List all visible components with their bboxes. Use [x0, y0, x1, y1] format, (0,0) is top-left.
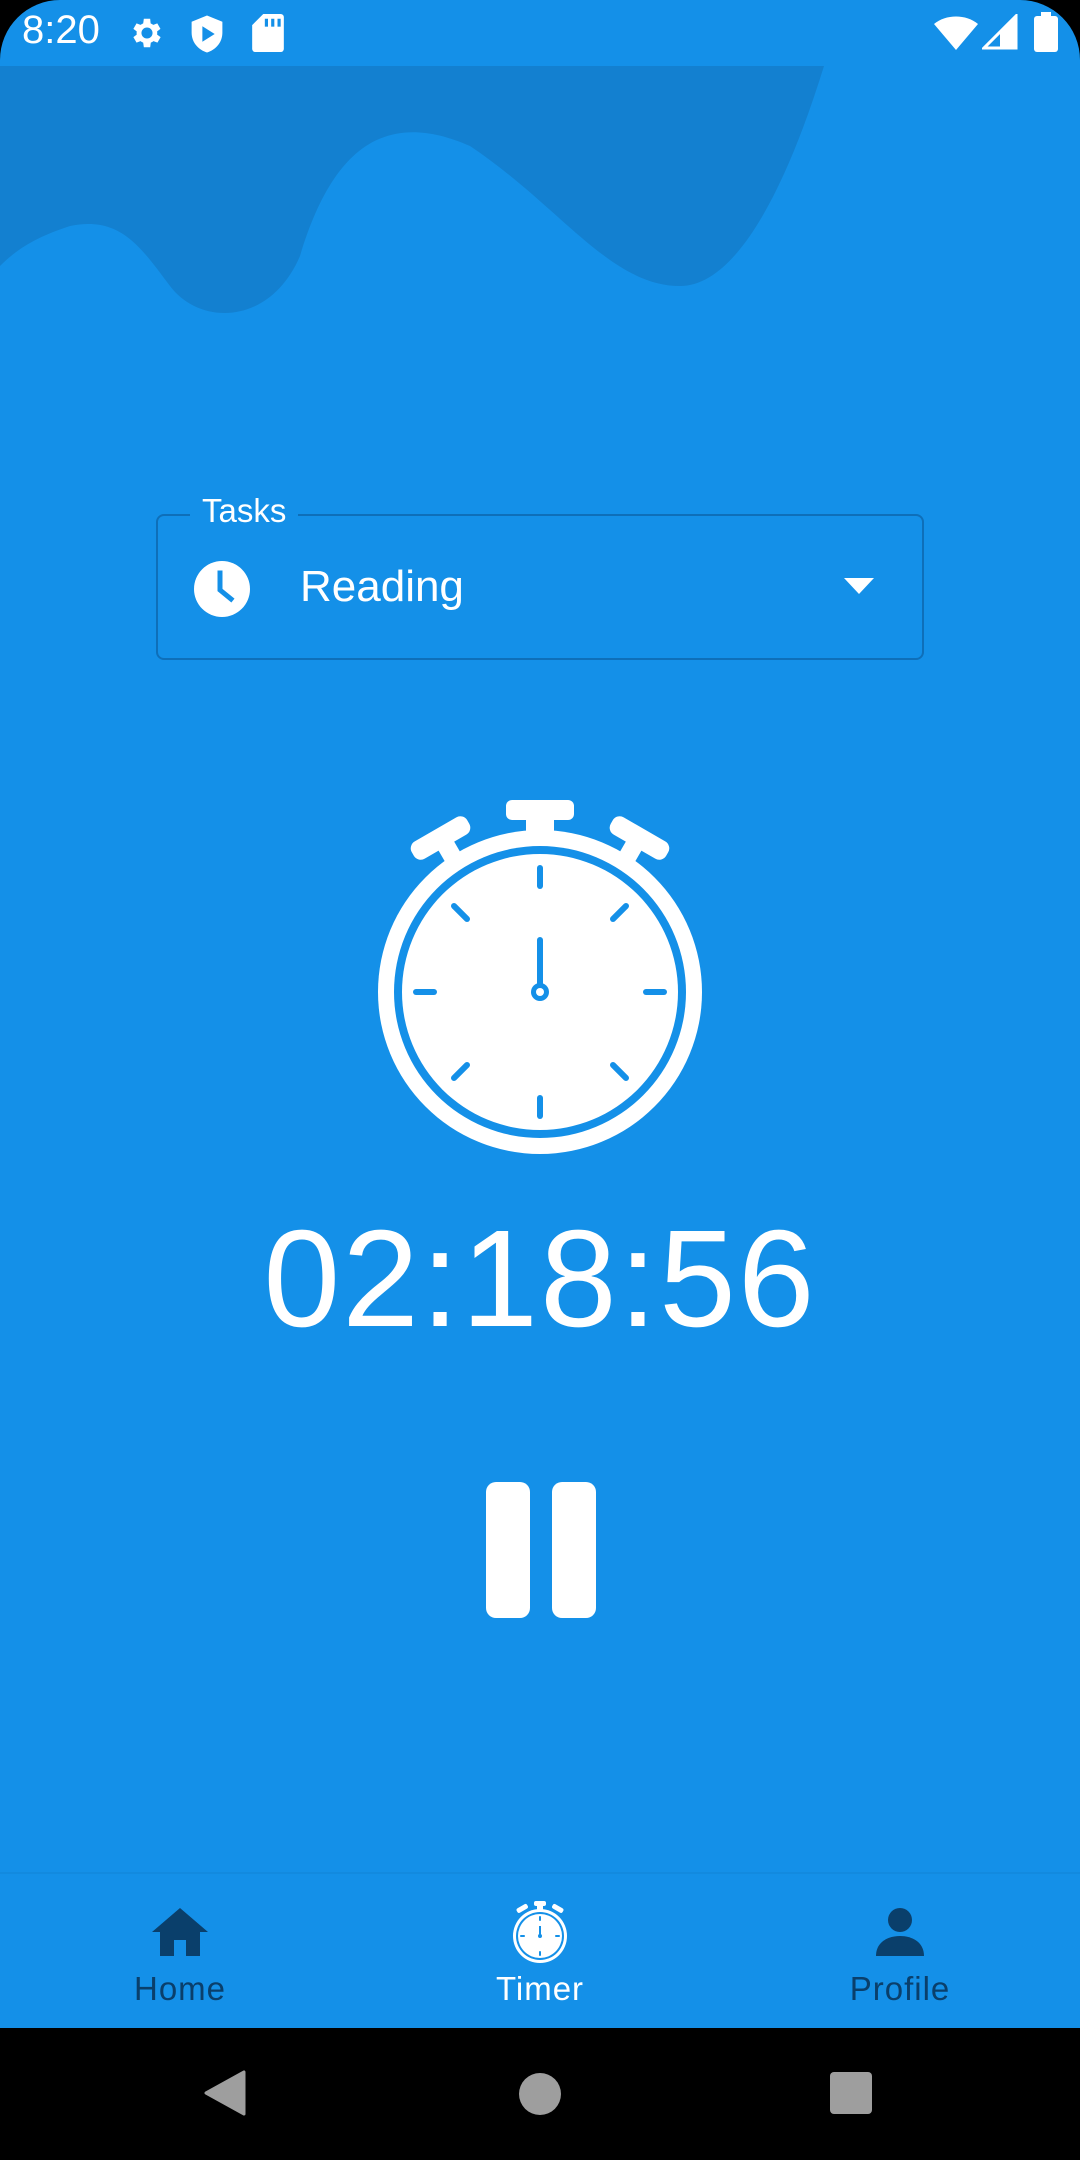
nav-label-timer: Timer — [495, 1970, 585, 2007]
pause-bar-right — [552, 1482, 596, 1618]
nav-item-profile[interactable]: Profile — [750, 1874, 1050, 2030]
clock-icon — [194, 561, 250, 617]
status-bar: 8:20 — [0, 0, 1080, 66]
recents-icon[interactable] — [830, 2072, 872, 2114]
nav-label-profile: Profile — [849, 1970, 951, 2007]
back-icon[interactable] — [204, 2070, 246, 2116]
tasks-dropdown[interactable]: Tasks Reading — [156, 492, 924, 660]
gear-icon — [133, 18, 161, 48]
timer-display: 02:18:56 — [263, 1202, 817, 1356]
shield-play-icon — [191, 15, 223, 53]
home-circle-icon[interactable] — [518, 2072, 562, 2116]
pause-button[interactable] — [486, 1482, 596, 1618]
bottom-navigation: Home Timer Profile — [0, 1872, 1080, 2028]
stopwatch-icon — [378, 800, 702, 1154]
app-screen: 8:20 Tasks Reading 02:18:56 Home Timer P… — [0, 0, 1080, 2160]
wifi-icon — [934, 16, 978, 50]
signal-icon — [982, 14, 1018, 50]
selected-task: Reading — [300, 562, 464, 611]
battery-icon — [1034, 12, 1058, 52]
nav-label-home: Home — [133, 1970, 227, 2007]
status-time: 8:20 — [22, 8, 100, 52]
system-navigation-bar — [0, 2028, 1080, 2160]
home-icon — [152, 1908, 208, 1956]
stopwatch-icon — [513, 1901, 567, 1963]
person-icon — [876, 1908, 924, 1956]
tasks-label: Tasks — [190, 492, 299, 530]
dropdown-arrow-icon[interactable] — [844, 578, 874, 596]
nav-item-timer[interactable]: Timer — [390, 1874, 690, 2030]
header-wave-decoration — [0, 66, 824, 314]
nav-item-home[interactable]: Home — [30, 1874, 330, 2030]
sd-card-icon — [252, 14, 284, 52]
pause-bar-left — [486, 1482, 530, 1618]
